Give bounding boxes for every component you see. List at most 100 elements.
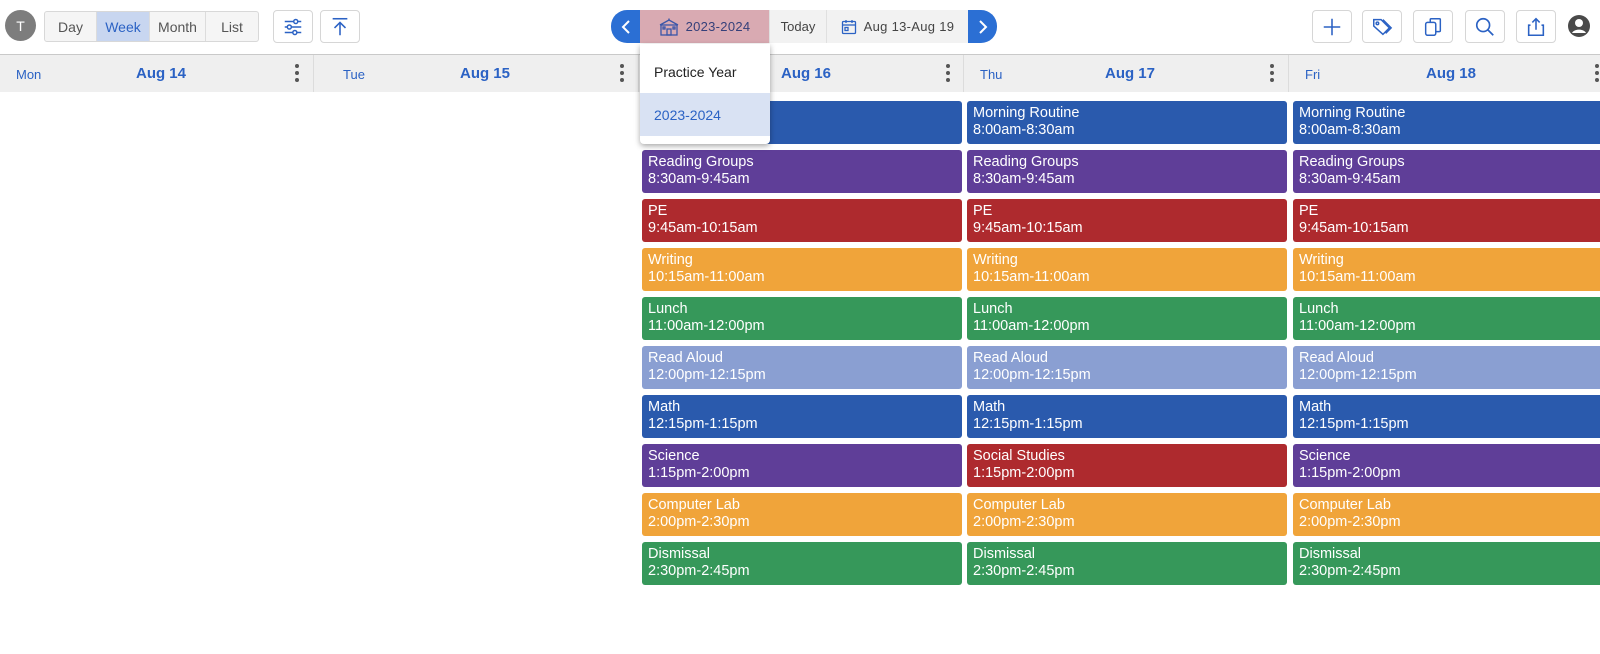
- date-range-button[interactable]: Aug 13-Aug 19: [827, 10, 968, 43]
- view-tab-list[interactable]: List: [206, 12, 258, 41]
- event-block[interactable]: Math 12:15pm-1:15pm: [642, 395, 962, 438]
- day-menu-button[interactable]: [294, 64, 300, 84]
- day-menu-button[interactable]: [619, 64, 625, 84]
- event-time: 10:15am-11:00am: [973, 268, 1090, 285]
- event-block[interactable]: Writing 10:15am-11:00am: [967, 248, 1287, 291]
- event-block[interactable]: Dismissal 2:30pm-2:45pm: [967, 542, 1287, 585]
- day-header-thu: Thu Aug 17: [964, 55, 1289, 92]
- copy-button[interactable]: [1413, 10, 1453, 43]
- day-menu-button[interactable]: [945, 64, 951, 84]
- event-block[interactable]: Reading Groups 8:30am-9:45am: [642, 150, 962, 193]
- event-block[interactable]: Social Studies 1:15pm-2:00pm: [967, 444, 1287, 487]
- scroll-top-button[interactable]: [320, 10, 360, 43]
- event-block[interactable]: PE 9:45am-10:15am: [642, 199, 962, 242]
- event-time: 8:30am-9:45am: [973, 170, 1075, 187]
- share-icon: [1527, 17, 1545, 36]
- day-date: Aug 17: [1104, 65, 1155, 82]
- day-name: Fri: [1305, 67, 1321, 82]
- event-block[interactable]: Read Aloud 12:00pm-12:15pm: [967, 346, 1287, 389]
- event-time: 11:00am-12:00pm: [648, 317, 765, 334]
- event-block[interactable]: Morning Routine 8:00am-8:30am: [967, 101, 1287, 144]
- day-name: Mon: [16, 67, 42, 82]
- view-switcher: Day Week Month List: [44, 11, 259, 42]
- event-block[interactable]: Read Aloud 12:00pm-12:15pm: [642, 346, 962, 389]
- dropdown-option-2023-2024[interactable]: 2023-2024: [640, 93, 770, 136]
- event-title: Computer Lab: [648, 497, 740, 513]
- event-block[interactable]: Math 12:15pm-1:15pm: [1293, 395, 1600, 438]
- next-week-button[interactable]: [968, 10, 997, 43]
- chevron-left-icon: [621, 19, 630, 34]
- event-time: 12:00pm-12:15pm: [973, 366, 1091, 383]
- event-block[interactable]: Lunch 11:00am-12:00pm: [642, 297, 962, 340]
- event-block[interactable]: Writing 10:15am-11:00am: [642, 248, 962, 291]
- event-block[interactable]: PE 9:45am-10:15am: [967, 199, 1287, 242]
- user-avatar[interactable]: T: [5, 10, 36, 41]
- event-title: Science: [648, 448, 700, 464]
- day-header-fri: Fri Aug 18: [1289, 55, 1600, 92]
- event-block[interactable]: Reading Groups 8:30am-9:45am: [967, 150, 1287, 193]
- event-title: Math: [648, 399, 681, 415]
- day-menu-button[interactable]: [1269, 64, 1275, 84]
- event-time: 2:00pm-2:30pm: [973, 513, 1075, 530]
- event-title: Dismissal: [648, 546, 711, 562]
- event-time: 1:15pm-2:00pm: [1299, 464, 1401, 481]
- event-time: 9:45am-10:15am: [973, 219, 1083, 236]
- tags-button[interactable]: [1362, 10, 1402, 43]
- event-time: 11:00am-12:00pm: [973, 317, 1090, 334]
- event-title: Computer Lab: [1299, 497, 1391, 513]
- arrow-to-top-icon: [332, 17, 348, 35]
- school-year-selector[interactable]: 2023-2024: [640, 10, 769, 43]
- account-icon[interactable]: [1567, 14, 1591, 38]
- event-title: Computer Lab: [973, 497, 1065, 513]
- event-block[interactable]: Computer Lab 2:00pm-2:30pm: [642, 493, 962, 536]
- day-name: Thu: [980, 67, 1003, 82]
- event-time: 9:45am-10:15am: [648, 219, 758, 236]
- event-block[interactable]: Writing 10:15am-11:00am: [1293, 248, 1600, 291]
- event-time: 12:15pm-1:15pm: [648, 415, 758, 432]
- event-title: Math: [1299, 399, 1332, 415]
- day-date: Aug 14: [135, 65, 186, 82]
- search-button[interactable]: [1465, 10, 1505, 43]
- event-block[interactable]: Dismissal 2:30pm-2:45pm: [1293, 542, 1600, 585]
- event-block[interactable]: Read Aloud 12:00pm-12:15pm: [1293, 346, 1600, 389]
- event-title: Writing: [973, 252, 1018, 268]
- event-block[interactable]: Lunch 11:00am-12:00pm: [967, 297, 1287, 340]
- add-event-button[interactable]: [1312, 10, 1352, 43]
- event-block[interactable]: Morning Routine 8:00am-8:30am: [1293, 101, 1600, 144]
- event-title: Lunch: [648, 301, 688, 317]
- event-title: Read Aloud: [1299, 350, 1374, 366]
- share-button[interactable]: [1516, 10, 1556, 43]
- event-block[interactable]: Science 1:15pm-2:00pm: [1293, 444, 1600, 487]
- day-menu-button[interactable]: [1594, 64, 1600, 84]
- view-tab-week[interactable]: Week: [97, 12, 150, 41]
- event-block[interactable]: Dismissal 2:30pm-2:45pm: [642, 542, 962, 585]
- event-block[interactable]: Computer Lab 2:00pm-2:30pm: [1293, 493, 1600, 536]
- chevron-right-icon: [978, 19, 987, 34]
- event-time: 2:00pm-2:30pm: [648, 513, 750, 530]
- event-block[interactable]: Science 1:15pm-2:00pm: [642, 444, 962, 487]
- today-button[interactable]: Today: [769, 10, 827, 43]
- event-title: Reading Groups: [973, 154, 1079, 170]
- event-title: Lunch: [1299, 301, 1339, 317]
- event-time: 12:00pm-12:15pm: [1299, 366, 1417, 383]
- event-time: 2:30pm-2:45pm: [1299, 562, 1401, 579]
- plus-icon: [1323, 18, 1341, 35]
- day-date: Aug 18: [1425, 65, 1476, 82]
- copy-icon: [1424, 17, 1442, 36]
- event-title: Writing: [1299, 252, 1344, 268]
- previous-week-button[interactable]: [611, 10, 640, 43]
- filter-button[interactable]: [273, 10, 313, 43]
- event-time: 12:00pm-12:15pm: [648, 366, 766, 383]
- event-block[interactable]: Reading Groups 8:30am-9:45am: [1293, 150, 1600, 193]
- event-block[interactable]: Computer Lab 2:00pm-2:30pm: [967, 493, 1287, 536]
- view-tab-month[interactable]: Month: [150, 12, 206, 41]
- event-block[interactable]: PE 9:45am-10:15am: [1293, 199, 1600, 242]
- event-block[interactable]: Math 12:15pm-1:15pm: [967, 395, 1287, 438]
- event-title: Social Studies: [973, 448, 1065, 464]
- event-title: PE: [1299, 203, 1319, 219]
- school-year-label: 2023-2024: [685, 19, 751, 34]
- event-block[interactable]: Lunch 11:00am-12:00pm: [1293, 297, 1600, 340]
- dropdown-option-practice-year[interactable]: Practice Year: [640, 50, 770, 93]
- event-time: 2:00pm-2:30pm: [1299, 513, 1401, 530]
- view-tab-day[interactable]: Day: [45, 12, 97, 41]
